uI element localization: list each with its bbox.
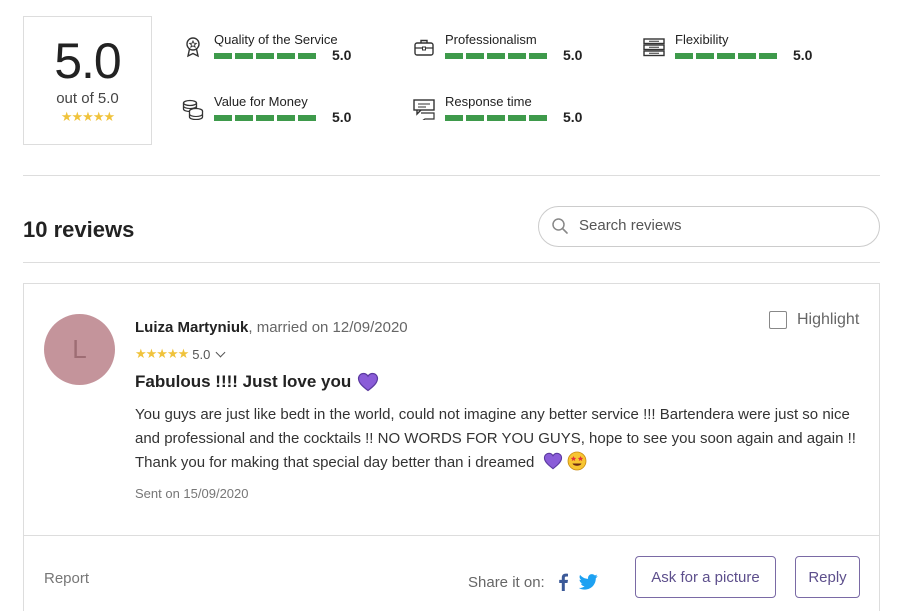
category-label: Professionalism [445, 32, 537, 47]
category-rating-bar [214, 115, 316, 121]
search-reviews-input[interactable] [579, 217, 869, 234]
review-author-name[interactable]: Luiza Martyniuk [135, 319, 248, 336]
review-author-line: Luiza Martyniuk, married on 12/09/2020 [135, 319, 408, 336]
divider [23, 262, 880, 263]
report-link[interactable]: Report [44, 570, 89, 587]
purple-heart-icon [543, 452, 562, 470]
search-reviews-box[interactable] [538, 206, 880, 247]
review-body: You guys are just like bedt in the world… [135, 403, 865, 475]
category-value: 5.0 [563, 109, 583, 125]
category-value-for-money: Value for Money 5.0 [182, 94, 382, 138]
category-value: 5.0 [332, 47, 352, 63]
share-label: Share it on: [468, 573, 545, 591]
category-professionalism: Professionalism 5.0 [413, 32, 613, 76]
category-label: Flexibility [675, 32, 729, 47]
overall-score: 5.0 [54, 33, 122, 89]
review-card: L Luiza Martyniuk, married on 12/09/2020… [23, 283, 880, 611]
category-rating-bar [675, 53, 777, 59]
stack-icon [643, 38, 665, 57]
overall-score-scale: out of 5.0 [56, 90, 119, 107]
reply-button[interactable]: Reply [795, 556, 860, 598]
avatar: L [44, 314, 115, 385]
category-value: 5.0 [563, 47, 583, 63]
share-row: Share it on: [468, 573, 598, 591]
review-title-text: Fabulous !!!! Just love you [135, 372, 352, 391]
category-response-time: Response time 5.0 [413, 94, 613, 138]
category-value: 5.0 [793, 47, 813, 63]
category-flexibility: Flexibility 5.0 [643, 32, 843, 76]
highlight-label: Highlight [797, 311, 860, 328]
chat-icon [413, 99, 435, 120]
search-icon [552, 218, 568, 234]
reviews-count-title: 10 reviews [23, 217, 135, 242]
category-rating-bar [445, 115, 547, 121]
review-married-date: , married on 12/09/2020 [248, 319, 408, 336]
twitter-icon[interactable] [578, 574, 598, 590]
category-label: Quality of the Service [214, 32, 338, 47]
overall-star-rating: ★★★★★ [60, 109, 115, 124]
review-star-rating: ★★★★★ [135, 346, 189, 361]
star-struck-emoji-icon [567, 451, 587, 471]
highlight-checkbox[interactable] [769, 311, 787, 329]
facebook-icon[interactable] [557, 573, 569, 591]
category-label: Response time [445, 94, 532, 109]
coins-icon [182, 99, 204, 120]
category-quality-of-service: Quality of the Service 5.0 [182, 32, 382, 76]
briefcase-icon [414, 39, 434, 56]
review-title: Fabulous !!!! Just love you [135, 372, 379, 392]
divider [23, 175, 880, 176]
award-icon [186, 37, 200, 58]
category-label: Value for Money [214, 94, 308, 109]
category-rating-bar [214, 53, 316, 59]
review-rating-value: 5.0 [192, 346, 211, 362]
chevron-down-icon [215, 347, 226, 357]
review-sent-date: Sent on 15/09/2020 [135, 486, 249, 501]
category-rating-bar [445, 53, 547, 59]
overall-score-box: 5.0 out of 5.0 ★★★★★ [23, 16, 152, 145]
highlight-toggle[interactable]: Highlight [769, 311, 859, 329]
category-value: 5.0 [332, 109, 352, 125]
review-body-text: You guys are just like bedt in the world… [135, 406, 856, 471]
ask-for-picture-button[interactable]: Ask for a picture [635, 556, 776, 598]
divider [24, 535, 879, 536]
review-rating-toggle[interactable]: ★★★★★ 5.0 [135, 346, 226, 362]
purple-heart-icon [358, 372, 379, 392]
